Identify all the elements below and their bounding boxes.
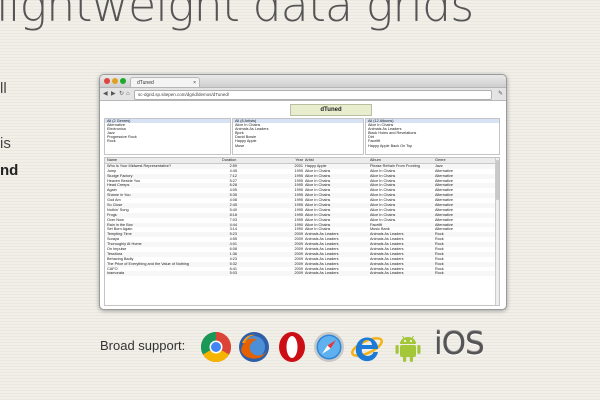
home-icon[interactable]: ⌂ [126,90,130,98]
cell-album: Animals As Leaders [370,271,404,276]
side-text-fragment-1: ll [0,80,7,97]
broad-support-label: Broad support: [100,338,186,353]
opera-icon [279,332,305,362]
browser-tab-title: dTuned [137,80,154,86]
column-header-artist[interactable]: Artist [305,158,369,163]
cell-duration: 5:03 [229,271,237,276]
browser-tab[interactable]: dTuned × [130,77,200,87]
browser-window-screenshot: dTuned × ◀ ▶ ↻ ⌂ sc-dgrid.sp.sitepen.com… [99,74,507,310]
cell-name: Inamorata [107,271,125,276]
cell-year: 2009 [294,271,303,276]
close-window-icon[interactable] [104,78,110,84]
forward-icon[interactable]: ▶ [111,90,116,98]
internet-explorer-icon [351,337,383,362]
cell-artist: Animals As Leaders [305,271,339,276]
side-text-fragment-3: nd [0,162,19,179]
artist-filter-list[interactable]: All (8 Artists) Alice In Chains Animals As… [232,118,364,155]
side-text-fragment-2: is [0,135,11,152]
column-header-duration[interactable]: Duration [222,158,237,163]
tab-close-icon[interactable]: × [193,78,196,88]
android-icon [395,335,421,362]
grid-body: Who Is Your Midwest Representative? 2:59 2… [105,163,499,277]
songs-grid: Name Duration Year Artist Album Genre Wh… [104,157,500,306]
ios-logo-text: iOS [434,326,485,362]
wrench-icon[interactable]: ✎ [498,90,503,98]
albums-list-item[interactable]: Happy Apple Back On Top [366,144,499,148]
column-header-year[interactable]: Year [293,158,303,163]
url-bar[interactable]: sc-dgrid.sp.sitepen.com/dgrid/demos/dTun… [134,90,492,100]
zoom-window-icon[interactable] [120,78,126,84]
column-header-name[interactable]: Name [107,158,220,163]
browser-toolbar: ◀ ▶ ↻ ⌂ sc-dgrid.sp.sitepen.com/dgrid/de… [100,88,506,101]
app-title: dTuned [290,104,372,116]
column-header-genre[interactable]: Genre [435,158,495,163]
genre-filter-list[interactable]: All (2 Genres) Alternative Electronica Jazz… [104,118,231,155]
browser-titlebar: dTuned × [100,75,506,88]
safari-icon [314,332,344,362]
chrome-icon [200,332,232,363]
cell-genre: Rock [435,271,444,276]
back-icon[interactable]: ◀ [103,90,108,98]
reload-icon[interactable]: ↻ [119,90,124,98]
artists-list-item[interactable]: Muse [233,144,363,148]
table-row[interactable]: Inamorata 5:03 2009 Animals As Leaders Anima… [105,271,499,277]
grid-scrollbar[interactable] [495,158,499,305]
album-filter-list[interactable]: All (12 Albums) Alice In Chains Animals As… [365,118,500,155]
app-page: dTuned All (2 Genres) Alternative Electron… [100,101,506,309]
genres-list-item[interactable]: Rock [105,139,230,143]
firefox-icon [239,332,269,362]
grid-scrollbar-thumb[interactable] [496,160,499,200]
page-headline: lightweight data grids [0,0,474,32]
minimize-window-icon[interactable] [112,78,118,84]
column-header-album[interactable]: Album [370,158,434,163]
